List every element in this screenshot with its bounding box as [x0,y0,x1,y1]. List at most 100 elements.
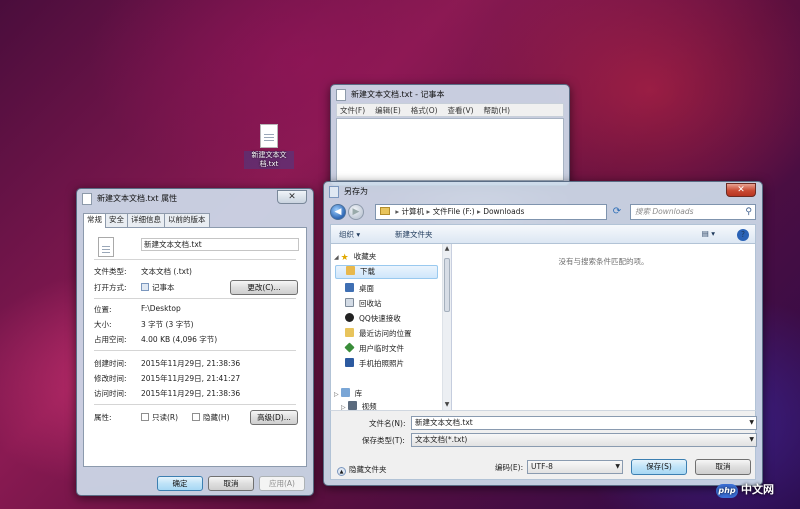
hidden-checkbox[interactable]: 隐藏(H) [192,412,230,423]
filename-input[interactable]: 新建文本文档.txt [141,238,299,251]
apply-button[interactable]: 应用(A) [259,476,305,491]
filename-label: 文件名(N): [369,419,406,428]
tab-general[interactable]: 常规 [83,213,106,228]
nav-downloads[interactable]: 下载 [335,265,438,279]
new-folder-button[interactable]: 新建文件夹 [395,229,433,240]
save-as-titlebar[interactable]: 另存为 [324,182,762,202]
change-button[interactable]: 更改(C)... [230,280,298,295]
accessed-label: 访问时间: [94,389,127,398]
readonly-checkbox[interactable]: 只读(R) [141,412,178,423]
encoding-select[interactable]: UTF-8 ▼ [527,460,623,474]
nav-libraries[interactable]: ▷ 库 [334,388,362,399]
menu-view[interactable]: 查看(V) [448,105,474,116]
help-icon[interactable]: ? [737,229,749,241]
created-value: 2015年11月29日, 21:38:36 [141,359,241,368]
command-toolbar: 组织 ▾ 新建文件夹 ▤ ▾ ? [330,224,756,244]
nav-qq-receive[interactable]: QQ快速接收 [345,313,401,324]
collapse-arrow-icon: ▲ [337,467,346,476]
nav-desktop[interactable]: 桌面 [345,283,374,294]
arrow-right-icon: ▶ [352,207,360,217]
filename-input[interactable]: 新建文本文档.txt ▼ [411,416,757,430]
organize-menu[interactable]: 组织 ▾ [339,229,360,240]
menu-edit[interactable]: 编辑(E) [375,105,401,116]
nav-label: 用户临时文件 [359,344,404,353]
cancel-button[interactable]: 取消 [208,476,254,491]
star-icon: ★ [340,253,349,263]
nav-recycle-bin[interactable]: 回收站 [345,298,382,309]
watermark-text: 中文网 [741,483,774,496]
monitor-icon [345,358,354,367]
folder-icon [380,207,390,215]
desktop-icon-label: 新建文本文档.txt [244,151,294,169]
save-as-title: 另存为 [344,187,368,196]
nav-recent-places[interactable]: 最近访问的位置 [345,328,412,339]
scroll-thumb[interactable] [444,258,450,312]
scroll-up-icon[interactable]: ▲ [443,244,451,254]
nav-scrollbar[interactable]: ▲ ▼ [442,244,451,410]
location-value: F:\Desktop [141,304,181,313]
tab-security[interactable]: 安全 [105,213,128,227]
nav-videos[interactable]: ▷ 视频 [341,401,377,410]
search-placeholder: 搜索 Downloads [635,207,694,216]
breadcrumb-downloads[interactable]: Downloads [483,207,524,216]
readonly-label: 只读(R) [152,413,179,422]
recent-places-icon [345,328,354,337]
advanced-button[interactable]: 高级(D)... [250,410,298,425]
empty-message: 没有与搜索条件匹配的项。 [558,257,649,266]
file-list[interactable]: 没有与搜索条件匹配的项。 [452,244,756,410]
divider [94,404,296,405]
save-button[interactable]: 保存(S) [631,459,687,475]
nav-label: 桌面 [359,284,374,293]
close-icon: ✕ [737,185,745,195]
properties-title: 新建文本文档.txt 属性 [97,194,178,203]
save-options-panel: 文件名(N): 新建文本文档.txt ▼ 保存类型(T): 文本文档(*.txt… [330,410,757,480]
properties-close-button[interactable]: ✕ [277,190,307,204]
modified-value: 2015年11月29日, 21:41:27 [141,374,241,383]
desktop-file-icon[interactable]: 新建文本文档.txt [244,124,294,169]
open-with-value: 记事本 [141,282,175,293]
menu-format[interactable]: 格式(O) [411,105,438,116]
cancel-button[interactable]: 取消 [695,459,751,475]
menu-help[interactable]: 帮助(H) [484,105,511,116]
nav-user-temp[interactable]: 用户临时文件 [344,342,404,354]
site-watermark: php 中文网 [716,481,774,498]
type-value: 文本文档 (.txt) [141,267,192,276]
notepad-text-area[interactable] [336,118,564,181]
nav-label: 下载 [360,267,375,276]
view-options-icon[interactable]: ▤ ▾ [702,229,715,238]
location-label: 位置: [94,305,112,314]
created-label: 创建时间: [94,359,127,368]
nav-label: 最近访问的位置 [359,329,412,338]
tab-previous-versions[interactable]: 以前的版本 [164,213,210,227]
open-with-app: 记事本 [152,283,175,292]
expand-arrow-icon: ▷ [334,391,339,398]
divider [94,298,296,299]
refresh-icon[interactable]: ⟳ [610,205,624,219]
breadcrumb-drive[interactable]: 文件File (F:) [433,207,475,216]
filetype-select[interactable]: 文本文档(*.txt) ▼ [411,433,757,447]
hide-folders-toggle[interactable]: ▲ 隐藏文件夹 [337,464,387,476]
breadcrumb-computer[interactable]: 计算机 [402,207,425,216]
notepad-title: 新建文本文档.txt - 记事本 [351,90,445,99]
properties-tabs: 常规 安全 详细信息 以前的版本 [83,213,210,228]
address-bar[interactable]: ▸ 计算机 ▸ 文件File (F:) ▸ Downloads [375,204,607,220]
forward-button[interactable]: ▶ [348,204,364,220]
search-input[interactable]: 搜索 Downloads ⚲ [630,204,756,220]
filetype-label: 保存类型(T): [362,436,405,445]
divider [94,259,296,260]
save-as-close-button[interactable]: ✕ [726,183,756,197]
nav-favorites[interactable]: ◢ ★ 收藏夹 [334,251,377,263]
type-label: 文件类型: [94,267,127,276]
nav-label: 收藏夹 [353,252,377,261]
nav-phone-photos[interactable]: 手机拍照照片 [345,358,404,369]
menu-file[interactable]: 文件(F) [340,105,365,116]
notepad-icon [336,89,346,101]
checkbox-icon [192,413,200,421]
tab-details[interactable]: 详细信息 [127,213,165,227]
scroll-down-icon[interactable]: ▼ [443,400,451,410]
notepad-titlebar[interactable]: 新建文本文档.txt - 记事本 [331,85,569,105]
nav-label: 回收站 [359,299,382,308]
back-button[interactable]: ◀ [330,204,346,220]
encoding-value: UTF-8 [531,462,553,471]
ok-button[interactable]: 确定 [157,476,203,491]
